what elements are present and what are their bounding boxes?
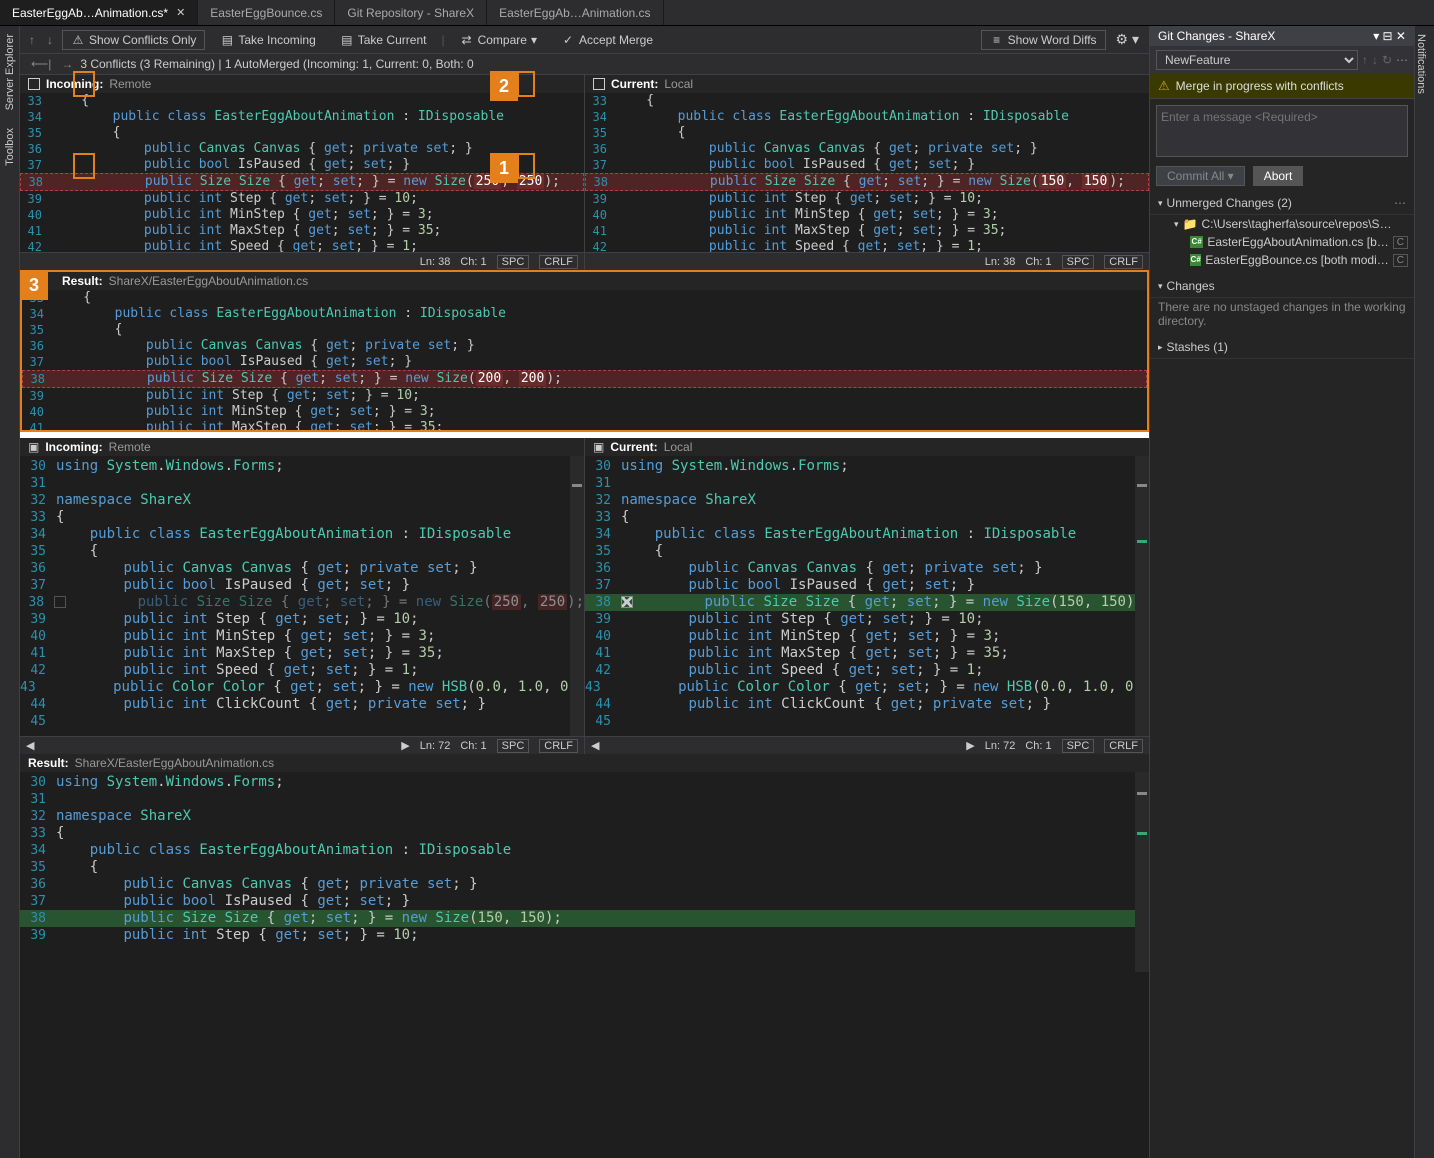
changes-empty-text: There are no unstaged changes in the wor… bbox=[1150, 298, 1414, 330]
git-changes-panel: Git Changes - ShareX ▾ ⊟ ✕ NewFeature ↑ … bbox=[1149, 26, 1414, 1158]
abort-button[interactable]: Abort bbox=[1253, 166, 1304, 186]
branch-select[interactable]: NewFeature bbox=[1156, 50, 1358, 70]
current-checkbox[interactable] bbox=[593, 78, 605, 90]
show-word-diffs-button[interactable]: ≡Show Word Diffs bbox=[981, 30, 1106, 50]
right-side-tabs: Notifications bbox=[1414, 26, 1434, 1158]
editor-tab[interactable]: Git Repository - ShareX bbox=[335, 0, 487, 25]
side-tab-notifications[interactable]: Notifications bbox=[1415, 26, 1427, 94]
editor-tab-bar: EasterEggAb…Animation.cs*✕EasterEggBounc… bbox=[0, 0, 1434, 26]
file-icon: ▣ bbox=[28, 440, 39, 454]
nav-down-icon[interactable]: ↓ bbox=[44, 33, 56, 47]
commit-all-button[interactable]: Commit All ▾ bbox=[1156, 166, 1245, 186]
left-side-tabs: Server Explorer Toolbox bbox=[0, 26, 20, 1158]
compare-button[interactable]: ⇄Compare ▾ bbox=[451, 30, 546, 50]
show-conflicts-only-button[interactable]: ⚠Show Conflicts Only bbox=[62, 30, 205, 50]
more-icon[interactable]: ⋯ bbox=[1396, 53, 1408, 67]
take-current-button[interactable]: ▤Take Current bbox=[331, 30, 436, 50]
fetch-icon[interactable]: ↻ bbox=[1382, 53, 1392, 67]
bottom-current-pane: ▣ Current: Local 30using System.Windows.… bbox=[585, 438, 1149, 754]
callout-1: 1 bbox=[490, 153, 518, 183]
warning-icon: ⚠ bbox=[1158, 78, 1170, 94]
conflict-status-line: ⟵| → 3 Conflicts (3 Remaining) | 1 AutoM… bbox=[20, 54, 1149, 75]
git-panel-title: Git Changes - ShareX bbox=[1158, 29, 1275, 43]
stashes-section[interactable]: Stashes (1) bbox=[1167, 340, 1228, 354]
csharp-file-icon: C# bbox=[1190, 254, 1201, 266]
folder-icon: 📁 bbox=[1183, 217, 1198, 231]
bottom-incoming-pane: ▣ Incoming: Remote 30using System.Window… bbox=[20, 438, 585, 754]
commit-message-input[interactable] bbox=[1156, 105, 1408, 157]
bottom-result-pane: Result: ShareX/EasterEggAboutAnimation.c… bbox=[20, 754, 1149, 972]
sync-down-icon[interactable]: ↓ bbox=[1372, 53, 1378, 67]
close-icon[interactable]: ✕ bbox=[176, 6, 185, 19]
file-item[interactable]: C#EasterEggBounce.cs [both modi…C bbox=[1168, 251, 1414, 269]
file-icon: ▣ bbox=[593, 440, 604, 454]
result-pane: 3 Result: ShareX/EasterEggAboutAnimation… bbox=[20, 270, 1149, 432]
take-incoming-button[interactable]: ▤Take Incoming bbox=[211, 30, 324, 50]
side-tab-toolbox[interactable]: Toolbox bbox=[4, 128, 16, 166]
history-back-icon[interactable]: ⟵| bbox=[28, 57, 54, 71]
history-fwd-icon[interactable]: → bbox=[58, 57, 76, 71]
file-item[interactable]: C#EasterEggAboutAnimation.cs [b…C bbox=[1168, 233, 1414, 251]
unmerged-changes-section[interactable]: Unmerged Changes (2) bbox=[1167, 196, 1292, 210]
changes-section[interactable]: Changes bbox=[1167, 279, 1215, 293]
csharp-file-icon: C# bbox=[1190, 236, 1203, 248]
side-tab-server-explorer[interactable]: Server Explorer bbox=[4, 34, 16, 110]
more-icon[interactable]: ⋯ bbox=[1394, 196, 1406, 210]
pin-icon[interactable]: ▾ ⊟ ✕ bbox=[1373, 29, 1406, 43]
merge-toolbar: ↑ ↓ ⚠Show Conflicts Only ▤Take Incoming … bbox=[20, 26, 1149, 54]
nav-up-icon[interactable]: ↑ bbox=[26, 33, 38, 47]
sync-up-icon[interactable]: ↑ bbox=[1362, 53, 1368, 67]
incoming-checkbox[interactable] bbox=[28, 78, 40, 90]
callout-2: 2 bbox=[490, 71, 518, 101]
accept-merge-button[interactable]: ✓Accept Merge bbox=[552, 30, 662, 50]
editor-tab[interactable]: EasterEggAb…Animation.cs bbox=[487, 0, 663, 25]
editor-tab[interactable]: EasterEggBounce.cs bbox=[198, 0, 335, 25]
callout-3: 3 bbox=[20, 270, 48, 300]
current-pane: Current: Local 33 {34 public class Easte… bbox=[585, 75, 1149, 270]
gear-icon[interactable]: ⚙ ▾ bbox=[1112, 31, 1143, 48]
editor-tab[interactable]: EasterEggAb…Animation.cs*✕ bbox=[0, 0, 198, 25]
